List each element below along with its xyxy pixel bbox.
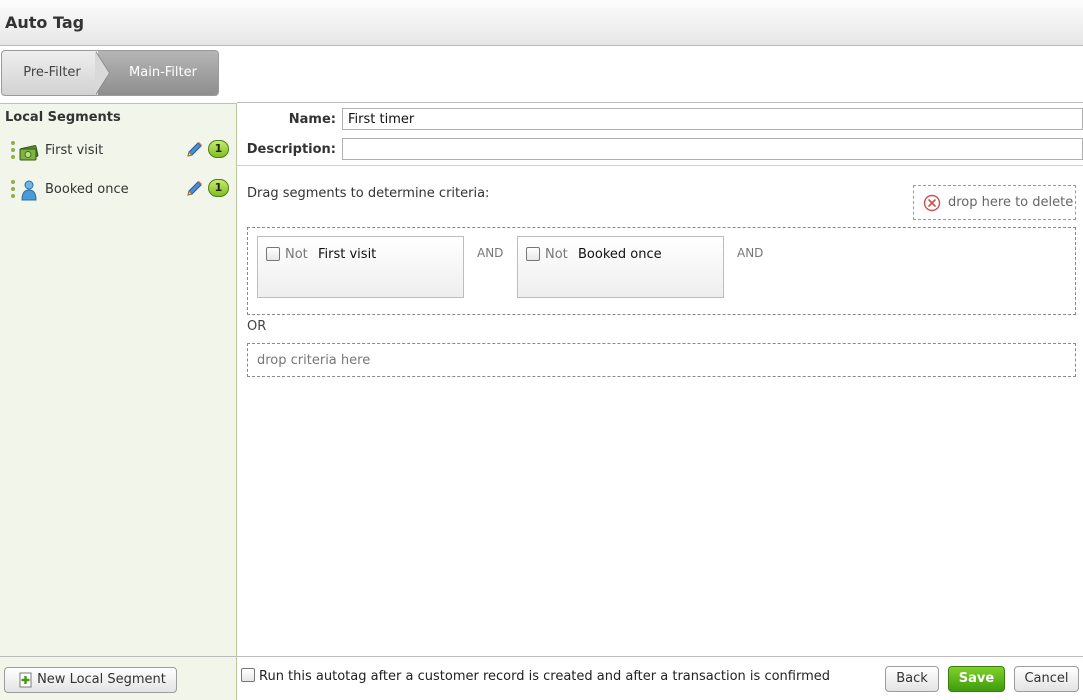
window-title: Auto Tag bbox=[5, 13, 85, 32]
delete-circle-icon bbox=[923, 194, 941, 212]
segment-item-booked-once[interactable]: Booked once 1 bbox=[0, 176, 236, 206]
step-pre-filter[interactable]: Pre-Filter bbox=[2, 51, 98, 95]
segment-count-badge: 1 bbox=[208, 140, 229, 158]
criteria-item-name: Booked once bbox=[578, 247, 662, 262]
back-button[interactable]: Back bbox=[885, 666, 939, 692]
edit-pencil-icon[interactable] bbox=[184, 140, 204, 160]
edit-pencil-icon[interactable] bbox=[184, 179, 204, 199]
new-local-segment-button[interactable]: New Local Segment bbox=[4, 667, 177, 693]
save-button[interactable]: Save bbox=[948, 666, 1005, 692]
new-local-segment-label: New Local Segment bbox=[37, 672, 166, 687]
person-icon bbox=[18, 179, 40, 201]
criteria-row[interactable]: Not First visit AND Not Booked once AND bbox=[247, 227, 1076, 315]
segment-item-first-visit[interactable]: First visit 1 bbox=[0, 137, 236, 167]
segment-label: Booked once bbox=[45, 182, 129, 197]
local-segments-heading: Local Segments bbox=[5, 110, 121, 125]
segment-label: First visit bbox=[45, 143, 104, 158]
footer-bar: New Local Segment Run this autotag after… bbox=[0, 656, 1083, 700]
not-checkbox[interactable] bbox=[266, 247, 280, 261]
criteria-drop-zone[interactable]: drop criteria here bbox=[247, 343, 1076, 377]
form-divider bbox=[237, 165, 1083, 166]
not-label: Not bbox=[545, 247, 568, 262]
criteria-hint: Drag segments to determine criteria: bbox=[247, 186, 490, 201]
window-titlebar: Auto Tag bbox=[0, 0, 1083, 46]
step-main-filter[interactable]: Main-Filter bbox=[98, 51, 218, 95]
delete-drop-zone[interactable]: drop here to delete bbox=[913, 185, 1076, 220]
delete-zone-label: drop here to delete bbox=[948, 195, 1074, 210]
drag-handle-icon[interactable] bbox=[11, 141, 15, 161]
criteria-item-name: First visit bbox=[318, 247, 377, 262]
money-icon bbox=[18, 140, 40, 162]
header-divider bbox=[237, 102, 1083, 103]
footer-left-panel: New Local Segment bbox=[0, 657, 237, 700]
not-checkbox[interactable] bbox=[526, 247, 540, 261]
and-connector: AND bbox=[737, 246, 764, 260]
local-segments-panel: Local Segments First visit 1 Booked once… bbox=[0, 103, 237, 656]
not-label: Not bbox=[285, 247, 308, 262]
wizard-steps: Pre-Filter Main-Filter bbox=[1, 50, 219, 96]
name-label: Name: bbox=[288, 112, 336, 127]
drag-handle-icon[interactable] bbox=[11, 180, 15, 200]
or-label: OR bbox=[247, 319, 267, 334]
cancel-button[interactable]: Cancel bbox=[1014, 666, 1079, 692]
description-label: Description: bbox=[246, 142, 336, 157]
name-input[interactable] bbox=[342, 108, 1083, 130]
add-icon bbox=[18, 672, 34, 688]
drop-zone-label: drop criteria here bbox=[257, 353, 371, 368]
run-autotag-checkbox[interactable] bbox=[241, 668, 255, 682]
criteria-item-first-visit[interactable]: Not First visit bbox=[257, 236, 464, 298]
description-input[interactable] bbox=[342, 138, 1083, 160]
and-connector: AND bbox=[477, 246, 504, 260]
segment-count-badge: 1 bbox=[208, 179, 229, 197]
step-separator-arrow bbox=[95, 51, 109, 95]
criteria-item-booked-once[interactable]: Not Booked once bbox=[517, 236, 724, 298]
run-autotag-label[interactable]: Run this autotag after a customer record… bbox=[259, 669, 830, 684]
